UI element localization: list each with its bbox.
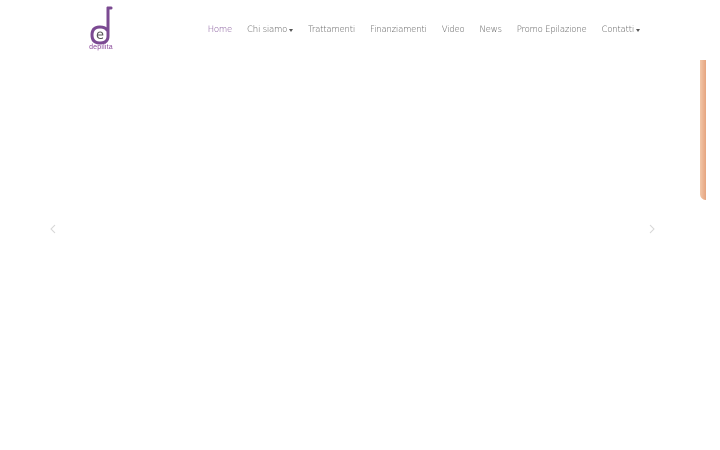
- nav-item-label: News: [479, 25, 502, 35]
- caret-down-icon: [636, 28, 640, 32]
- slider-next-button[interactable]: [647, 223, 657, 235]
- caret-down-icon: [289, 28, 294, 32]
- hero-slider: [0, 60, 720, 400]
- logo-mark-icon: e: [90, 6, 113, 45]
- nav-item-finanziamenti[interactable]: Finanziamenti: [370, 25, 427, 35]
- main-nav: Home Chi siamo Trattamenti Finanziamenti…: [193, 22, 640, 38]
- nav-item-label: Trattamenti: [308, 25, 356, 35]
- slider-prev-button[interactable]: [48, 223, 58, 235]
- page: e depilita Home Chi siamo Trattamenti Fi…: [0, 0, 720, 450]
- nav-item-news[interactable]: News: [480, 25, 502, 35]
- nav-item-video[interactable]: Video: [442, 25, 465, 35]
- chevron-right-icon: [649, 224, 655, 234]
- nav-item-label: Finanziamenti: [370, 25, 427, 35]
- nav-item-trattamenti[interactable]: Trattamenti: [308, 25, 355, 35]
- brand-logo[interactable]: e depilita: [84, 6, 118, 52]
- logo-text: depilita: [89, 44, 113, 51]
- nav-item-label: Contatti: [601, 25, 635, 35]
- slide-image-edge: [700, 60, 706, 200]
- nav-item-home[interactable]: Home: [207, 25, 233, 35]
- logo-letter: e: [96, 28, 104, 43]
- site-header: e depilita Home Chi siamo Trattamenti Fi…: [0, 0, 720, 60]
- nav-item-label: Video: [441, 25, 465, 35]
- chevron-left-icon: [50, 224, 56, 234]
- nav-item-contatti[interactable]: Contatti: [601, 25, 640, 35]
- nav-item-chi-siamo[interactable]: Chi siamo: [247, 25, 294, 35]
- nav-item-label: Home: [207, 25, 233, 35]
- nav-item-label: Promo Epilazione: [516, 25, 587, 35]
- nav-item-promo-epilazione[interactable]: Promo Epilazione: [517, 25, 587, 35]
- nav-item-label: Chi siamo: [247, 25, 288, 35]
